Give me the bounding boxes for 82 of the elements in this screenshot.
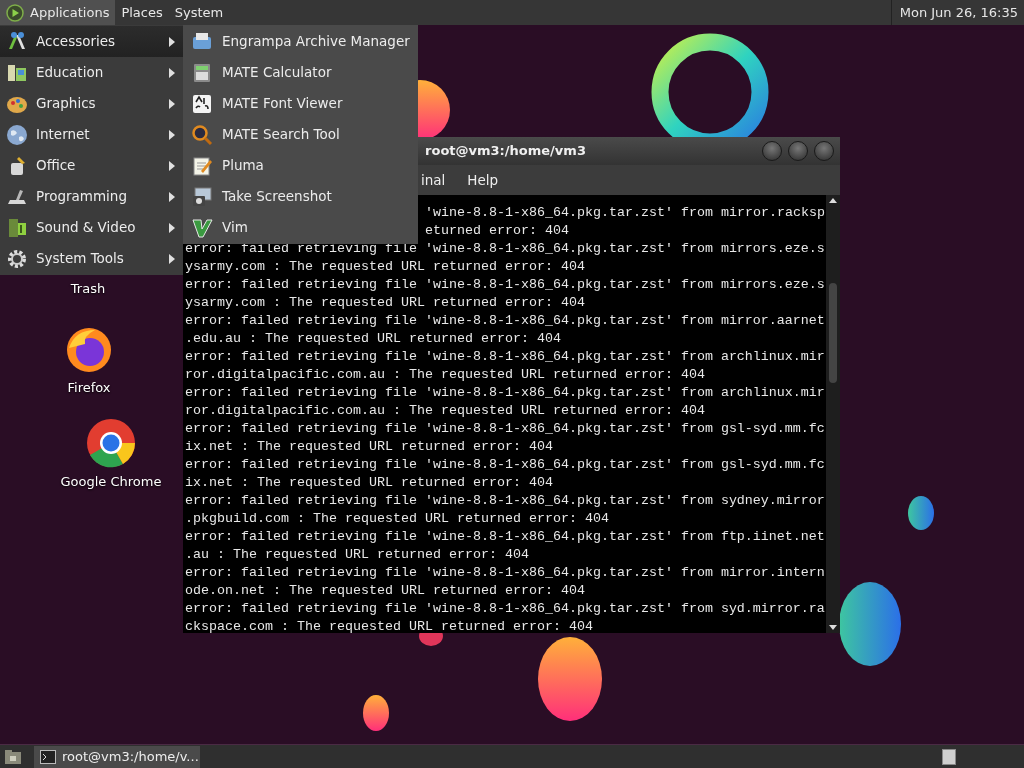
menu-category[interactable]: Programming — [0, 181, 183, 212]
menu-category[interactable]: Graphics — [0, 88, 183, 119]
close-button[interactable] — [814, 141, 834, 161]
menu-item[interactable]: MATE Font Viewer — [183, 88, 418, 119]
terminal-line: error: failed retrieving file 'wine-8.8-1-x86_64.pkg.tar.zst' from archlinux.mir — [185, 349, 825, 364]
taskbar-button[interactable]: root@vm3:/home/v... — [34, 745, 200, 768]
terminal-line: eturned error: 404 — [425, 223, 569, 238]
icon-label[interactable]: Firefox — [67, 378, 111, 398]
terminal-line: error: failed retrieving file 'wine-8.8-1-x86_64.pkg.tar.zst' from sydney.mirror — [185, 493, 825, 508]
terminal-line: error: failed retrieving file 'wine-8.8-1-x86_64.pkg.tar.zst' from mirror.intern — [185, 565, 825, 580]
bubble-drawing — [363, 695, 389, 731]
submenu-arrow-icon — [169, 222, 175, 233]
menu-item[interactable]: Take Screenshot — [183, 181, 418, 212]
calculator-icon — [191, 61, 213, 84]
scrollbar[interactable] — [826, 195, 840, 633]
terminal-line: ix.net : The requested URL returned error: 404 — [185, 439, 553, 454]
workspace-switcher[interactable] — [942, 748, 956, 765]
menu-item[interactable]: MATE Search Tool — [183, 119, 418, 150]
panel-menu[interactable]: System — [168, 0, 230, 25]
film-icon — [6, 216, 28, 239]
show-desktop-button[interactable] — [4, 748, 22, 765]
camera-icon — [191, 185, 213, 208]
bubble-drawing — [908, 496, 934, 530]
terminal-icon — [40, 749, 56, 764]
menu-item[interactable]: Engrampa Archive Manager — [183, 26, 418, 57]
firefox-icon — [65, 326, 113, 374]
terminal-line: ysarmy.com : The requested URL returned error: 404 — [185, 259, 585, 274]
clock[interactable]: Mon Jun 26, 16:35 — [890, 0, 1024, 25]
submenu-arrow-icon — [169, 98, 175, 109]
menu-item[interactable]: Pluma — [183, 150, 418, 181]
gear-icon — [6, 247, 28, 270]
window-title: root@vm3:/home/vm3 — [424, 142, 587, 161]
app-logo-icon — [6, 3, 24, 22]
submenu-arrow-icon — [169, 191, 175, 202]
terminal-line: .pkgbuild.com : The requested URL returned error: 404 — [185, 511, 609, 526]
chrome-icon — [86, 418, 136, 468]
menu-item[interactable]: inal — [421, 169, 446, 191]
submenu-arrow-icon — [169, 253, 175, 264]
icon-label[interactable]: Trash — [70, 279, 106, 299]
submenu-arrow-icon — [169, 36, 175, 47]
terminal-line: error: failed retrieving file 'wine-8.8-1-x86_64.pkg.tar.zst' from gsl-syd.mm.fc — [185, 421, 825, 436]
menu-item[interactable]: Help — [467, 169, 499, 191]
menu-category[interactable]: System Tools — [0, 243, 183, 274]
terminal-line: error: failed retrieving file 'wine-8.8-1-x86_64.pkg.tar.zst' from mirror.aarnet — [185, 313, 825, 328]
notepad-icon — [191, 154, 213, 177]
menu-category[interactable]: Office — [0, 150, 183, 181]
search-icon — [191, 123, 213, 146]
terminal-line: ix.net : The requested URL returned error: 404 — [185, 475, 553, 490]
globe-icon — [6, 123, 28, 146]
menu-category[interactable]: Sound & Video — [0, 212, 183, 243]
terminal-line: ror.digitalpacific.com.au : The requested URL returned error: 404 — [185, 367, 705, 382]
terminal-line: ysarmy.com : The requested URL returned error: 404 — [185, 295, 585, 310]
icon-label[interactable]: Google Chrome — [60, 472, 162, 492]
menu-category[interactable]: Internet — [0, 119, 183, 150]
submenu-arrow-icon — [169, 67, 175, 78]
maximize-button[interactable] — [788, 141, 808, 161]
menu-item[interactable]: Vim — [183, 212, 418, 243]
scroll-thumb[interactable] — [829, 283, 837, 383]
menu-category[interactable]: Education — [0, 57, 183, 88]
terminal-line: 'wine-8.8-1-x86_64.pkg.tar.zst' from mirror.racksp — [425, 205, 825, 220]
desktop-icon — [4, 748, 22, 765]
terminal-line: error: failed retrieving file 'wine-8.8-1-x86_64.pkg.tar.zst' from syd.mirror.ra — [185, 601, 825, 616]
terminal-line: ror.digitalpacific.com.au : The requested URL returned error: 404 — [185, 403, 705, 418]
terminal-line: error: failed retrieving file 'wine-8.8-1-x86_64.pkg.tar.zst' from archlinux.mir — [185, 385, 825, 400]
terminal-line: ode.on.net : The requested URL returned error: 404 — [185, 583, 585, 598]
scroll-up-icon[interactable] — [829, 198, 837, 203]
submenu-arrow-icon — [169, 129, 175, 140]
terminal-line: ckspace.com : The requested URL returned error: 404 — [185, 619, 593, 633]
terminal-line: error: failed retrieving file 'wine-8.8-1-x86_64.pkg.tar.zst' from gsl-syd.mm.fc — [185, 457, 825, 472]
panel-menu[interactable]: Places — [115, 0, 169, 25]
minimize-button[interactable] — [762, 141, 782, 161]
font-icon — [191, 92, 213, 115]
menu-item[interactable]: MATE Calculator — [183, 57, 418, 88]
submenu-arrow-icon — [169, 160, 175, 171]
menu-category[interactable]: Accessories — [0, 26, 183, 57]
terminal-line: error: failed retrieving file 'wine-8.8-1-x86_64.pkg.tar.zst' from ftp.iinet.net — [185, 529, 825, 544]
terminal-line: error: failed retrieving file 'wine-8.8-1-x86_64.pkg.tar.zst' from mirrors.eze.s — [185, 277, 825, 292]
vim-icon — [191, 216, 213, 239]
panel-menu[interactable]: Applications — [0, 0, 116, 25]
scroll-down-icon[interactable] — [829, 625, 837, 630]
terminal-line: .edu.au : The requested URL returned error: 404 — [185, 331, 561, 346]
terminal-line: .au : The requested URL returned error: 404 — [185, 547, 529, 562]
